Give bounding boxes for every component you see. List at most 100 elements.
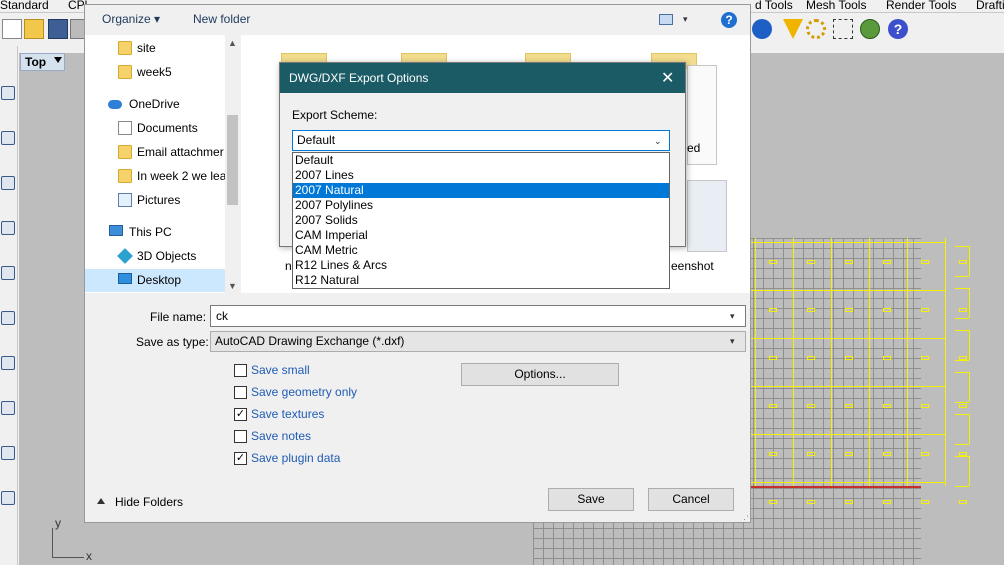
pattern-slot — [845, 308, 853, 312]
nav-item-week5[interactable]: week5 — [85, 61, 225, 84]
save-textures-checkbox[interactable]: ✓ — [234, 408, 247, 421]
dxf-dialog-titlebar[interactable]: DWG/DXF Export Options ✕ — [280, 63, 685, 93]
save-button[interactable]: Save — [548, 488, 634, 511]
resize-grip-icon[interactable]: ⋰ — [740, 514, 749, 525]
tab-drafting[interactable]: Draftin — [976, 0, 1004, 12]
pattern-line — [745, 434, 945, 435]
pattern-line — [869, 238, 870, 486]
nav-item-label: In week 2 we lea — [137, 169, 225, 183]
chevron-down-icon[interactable]: ▾ — [730, 336, 735, 347]
scroll-down-icon[interactable]: ▼ — [228, 281, 237, 291]
pattern-slot — [959, 404, 967, 408]
nav-item-site[interactable]: site — [85, 37, 225, 60]
file-label[interactable]: ed — [687, 141, 700, 155]
scheme-option-2007-natural[interactable]: 2007 Natural — [293, 183, 669, 198]
pattern-line — [955, 402, 969, 403]
cursor-icon[interactable] — [783, 19, 803, 39]
curve-icon[interactable] — [1, 356, 15, 370]
tab-mesh-tools[interactable]: Mesh Tools — [806, 0, 866, 12]
save-textures-label[interactable]: Save textures — [251, 407, 324, 421]
options-button[interactable]: Options... — [461, 363, 619, 386]
scheme-option-cam-metric[interactable]: CAM Metric — [293, 243, 669, 258]
polygon-icon[interactable] — [1, 311, 15, 325]
nav-scrollbar[interactable]: ▲ ▼ — [225, 35, 240, 293]
nav-scroll-thumb[interactable] — [227, 115, 238, 205]
save-icon[interactable] — [48, 19, 68, 39]
save-notes-label[interactable]: Save notes — [251, 429, 311, 443]
help-icon[interactable]: ? — [888, 19, 908, 39]
file-label[interactable]: n — [285, 259, 292, 273]
axis-y-label: y — [55, 516, 61, 530]
scheme-option-cam-imperial[interactable]: CAM Imperial — [293, 228, 669, 243]
save-notes-checkbox[interactable] — [234, 430, 247, 443]
arc-icon[interactable] — [1, 221, 15, 235]
scheme-option-2007-lines[interactable]: 2007 Lines — [293, 168, 669, 183]
pattern-line — [955, 444, 969, 445]
chevron-up-icon[interactable] — [97, 498, 105, 504]
nav-item-this-pc[interactable]: This PC — [85, 221, 225, 244]
nav-item-email-attachments[interactable]: Email attachmer — [85, 141, 225, 164]
save-plugin-data-checkbox[interactable]: ✓ — [234, 452, 247, 465]
cancel-button[interactable]: Cancel — [648, 488, 734, 511]
save-small-checkbox[interactable] — [234, 364, 247, 377]
save-small-label[interactable]: Save small — [251, 363, 310, 377]
nav-item-desktop[interactable]: Desktop — [85, 269, 225, 292]
viewport-menu-arrow-icon[interactable] — [54, 57, 62, 63]
pattern-slot — [921, 356, 929, 360]
screenshot-thumbnail[interactable] — [687, 180, 727, 252]
scheme-option-2007-solids[interactable]: 2007 Solids — [293, 213, 669, 228]
save-geometry-only-label[interactable]: Save geometry only — [251, 385, 357, 399]
pattern-slot — [807, 452, 815, 456]
view-icon[interactable] — [659, 14, 673, 25]
new-folder-button[interactable]: New folder — [193, 12, 250, 26]
tab-standard[interactable]: Standard — [0, 0, 49, 12]
rectangle-icon[interactable] — [1, 266, 15, 280]
file-name-input[interactable] — [210, 305, 746, 327]
new-file-icon[interactable] — [2, 19, 22, 39]
scheme-option-r12-natural[interactable]: R12 Natural — [293, 273, 669, 288]
scheme-option-r12-lines-arcs[interactable]: R12 Lines & Arcs — [293, 258, 669, 273]
hide-folders-button[interactable]: Hide Folders — [115, 495, 183, 509]
circle-icon[interactable] — [1, 176, 15, 190]
export-scheme-select[interactable]: Default — [292, 130, 670, 151]
pattern-line — [745, 386, 945, 387]
help-button[interactable]: ? — [721, 12, 737, 28]
save-as-type-label: Save as type: — [136, 335, 209, 349]
render-sphere-icon[interactable] — [860, 19, 880, 39]
nav-item-onedrive[interactable]: OneDrive — [85, 93, 225, 116]
organize-button[interactable]: Organize ▾ — [102, 12, 160, 26]
point-icon[interactable] — [1, 86, 15, 100]
scheme-option-default[interactable]: Default — [293, 153, 669, 168]
mesh-icon[interactable] — [1, 491, 15, 505]
save-geometry-only-checkbox[interactable] — [234, 386, 247, 399]
nav-item-label: Desktop — [137, 273, 182, 287]
gear-icon[interactable] — [806, 19, 826, 39]
pattern-line — [955, 288, 969, 289]
tab-render-tools[interactable]: Render Tools — [886, 0, 957, 12]
solid-icon[interactable] — [1, 446, 15, 460]
chevron-down-icon[interactable]: ⌄ — [654, 136, 662, 147]
pattern-line — [755, 238, 756, 486]
nav-item-pictures[interactable]: Pictures — [85, 189, 225, 212]
folder-icon — [118, 41, 132, 55]
pattern-line — [745, 242, 945, 243]
view-chevron-down-icon[interactable]: ▾ — [683, 14, 688, 25]
folder-icon — [118, 169, 132, 183]
nav-item-label: Documents — [137, 121, 198, 135]
open-folder-icon[interactable] — [24, 19, 44, 39]
file-label[interactable]: eenshot — [671, 259, 714, 273]
line-icon[interactable] — [1, 131, 15, 145]
scheme-option-2007-polylines[interactable]: 2007 Polylines — [293, 198, 669, 213]
save-as-type-select[interactable]: AutoCAD Drawing Exchange (*.dxf) — [210, 331, 746, 352]
nav-item-documents[interactable]: Documents — [85, 117, 225, 140]
select-box-icon[interactable] — [833, 19, 853, 39]
save-plugin-data-label[interactable]: Save plugin data — [251, 451, 340, 465]
surface-icon[interactable] — [1, 401, 15, 415]
nav-item-3d-objects[interactable]: 3D Objects — [85, 245, 225, 268]
tab-tools[interactable]: d Tools — [755, 0, 793, 12]
close-icon[interactable]: ✕ — [661, 68, 674, 88]
chevron-down-icon[interactable]: ▾ — [730, 311, 735, 322]
sphere-icon[interactable] — [752, 19, 772, 39]
scroll-up-icon[interactable]: ▲ — [228, 38, 237, 48]
nav-item-week2[interactable]: In week 2 we lea — [85, 165, 225, 188]
